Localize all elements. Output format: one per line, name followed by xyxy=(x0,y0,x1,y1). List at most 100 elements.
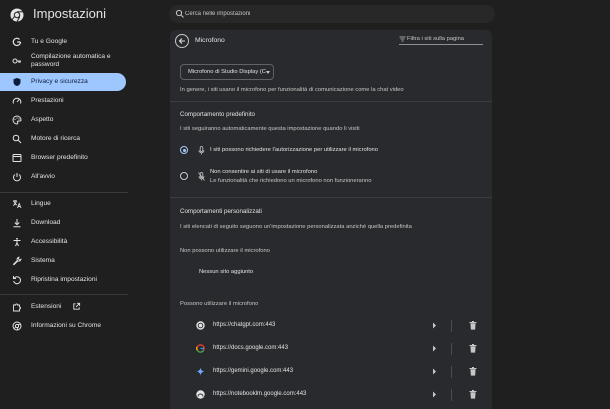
microphone-description: In genere, i siti usano il microfono per… xyxy=(180,87,404,93)
radio-allow-ask[interactable] xyxy=(180,146,188,154)
site-url: https://gemini.google.com:443 xyxy=(213,368,294,374)
top-bar: Impostazioni xyxy=(0,0,610,30)
caret-down-icon xyxy=(266,71,270,74)
site-url: https://docs.google.com:443 xyxy=(213,345,289,351)
sidebar-item-label: Accessibilità xyxy=(31,238,68,245)
site-url: https://chatgpt.com:443 xyxy=(213,322,276,328)
custom-behaviors-heading: Comportamenti personalizzati xyxy=(180,208,262,215)
key-icon xyxy=(12,58,21,64)
sidebar-item-you-and-google[interactable]: Tu e Google xyxy=(0,33,126,51)
sidebar-item-label: Aspetto xyxy=(31,116,54,123)
chevron-right-icon[interactable] xyxy=(432,391,437,398)
chevron-right-icon[interactable] xyxy=(432,368,437,375)
option-block-sublabel: Le funzionalità che richiedono un microf… xyxy=(210,178,372,184)
sidebar-item-autofill[interactable]: Compilazione automatica e password xyxy=(0,51,126,71)
translate-icon xyxy=(12,200,22,209)
browser-icon xyxy=(12,154,22,162)
wrench-icon xyxy=(12,256,22,266)
row-separator xyxy=(451,389,452,401)
delete-icon[interactable] xyxy=(469,321,477,330)
microphone-device-select[interactable]: Microfono di Studio Display (C xyxy=(180,64,274,80)
sidebar-item-label: Download xyxy=(31,219,61,226)
search-icon xyxy=(175,9,184,18)
sidebar-item-default-browser[interactable]: Browser predefinito xyxy=(0,149,126,167)
google-icon xyxy=(12,37,22,47)
chevron-right-icon[interactable] xyxy=(432,322,437,329)
sidebar-item-label: Ripristina impostazioni xyxy=(31,276,97,283)
microphone-off-icon xyxy=(198,172,205,181)
speedometer-icon xyxy=(12,97,22,104)
option-allow-label: I siti possono richiedere l'autorizzazio… xyxy=(210,147,379,153)
sidebar-item-extensions[interactable]: Estensioni xyxy=(0,298,126,316)
sidebar-item-on-startup[interactable]: All'avvio xyxy=(0,168,126,186)
accessibility-icon xyxy=(13,237,21,247)
sidebar-item-label: Prestazioni xyxy=(31,97,64,104)
puzzle-icon xyxy=(13,303,21,312)
delete-icon[interactable] xyxy=(469,390,477,399)
external-link-icon xyxy=(73,302,81,310)
site-row[interactable]: https://docs.google.com:443 xyxy=(170,337,492,361)
sidebar-item-label: Motore di ricerca xyxy=(31,135,81,142)
sidebar: Tu e Google Compilazione automatica e pa… xyxy=(0,30,130,409)
chevron-right-icon[interactable] xyxy=(432,345,437,352)
sidebar-item-performance[interactable]: Prestazioni xyxy=(0,92,126,110)
sidebar-item-about-chrome[interactable]: Informazioni su Chrome xyxy=(0,317,126,335)
radio-block[interactable] xyxy=(180,172,188,180)
sidebar-item-label: Sistema xyxy=(31,257,55,264)
search-input[interactable] xyxy=(185,7,485,21)
sidebar-item-label: Estensioni xyxy=(31,303,62,310)
sidebar-item-languages[interactable]: Lingue xyxy=(0,195,126,213)
section-divider xyxy=(170,197,492,198)
download-icon xyxy=(13,219,21,228)
filter-input[interactable] xyxy=(407,34,483,44)
sidebar-item-label: Browser predefinito xyxy=(31,154,88,161)
chrome-logo-icon xyxy=(10,8,24,22)
microphone-settings-panel: Microfono Microfono di Studio Display (C… xyxy=(170,30,492,409)
chrome-icon xyxy=(12,321,22,331)
power-icon xyxy=(13,173,21,182)
row-separator xyxy=(451,320,452,332)
site-url: https://notebooklm.google.com:443 xyxy=(213,391,307,397)
palette-icon xyxy=(12,115,22,125)
sidebar-item-search-engine[interactable]: Motore di ricerca xyxy=(0,130,126,148)
sidebar-item-accessibility[interactable]: Accessibilità xyxy=(0,233,126,251)
sidebar-item-label: Privacy e sicurezza xyxy=(31,78,88,85)
sidebar-item-label: Lingue xyxy=(31,200,51,207)
sidebar-item-label: Compilazione automatica e password xyxy=(31,53,111,68)
chatgpt-favicon xyxy=(196,321,205,330)
site-row[interactable]: https://notebooklm.google.com:443 xyxy=(170,383,492,407)
filter-icon xyxy=(399,36,406,42)
gemini-favicon xyxy=(196,367,205,376)
filter-box[interactable] xyxy=(399,34,483,45)
sidebar-divider xyxy=(0,294,128,295)
select-value: Microfono di Studio Display (C xyxy=(188,69,266,75)
row-separator xyxy=(451,343,452,355)
search-box[interactable] xyxy=(169,5,495,23)
delete-icon[interactable] xyxy=(469,367,477,376)
microphone-icon xyxy=(198,146,205,155)
sidebar-item-label: All'avvio xyxy=(31,173,55,180)
site-row[interactable]: https://gemini.google.com:443 xyxy=(170,360,492,384)
back-button[interactable] xyxy=(175,34,189,48)
option-block-label: Non consentire ai siti di usare il micro… xyxy=(210,169,318,175)
sidebar-item-appearance[interactable]: Aspetto xyxy=(0,111,126,129)
blocked-sites-heading: Non possono utilizzare il microfono xyxy=(180,248,270,254)
sidebar-divider xyxy=(0,192,128,193)
site-row[interactable]: https://chatgpt.com:443 xyxy=(170,314,492,338)
sidebar-item-label: Tu e Google xyxy=(31,38,68,45)
sidebar-item-system[interactable]: Sistema xyxy=(0,252,126,270)
section-divider xyxy=(170,101,492,102)
delete-icon[interactable] xyxy=(469,344,477,353)
blocked-sites-empty: Nessun sito aggiunto xyxy=(199,269,254,275)
sidebar-item-downloads[interactable]: Download xyxy=(0,214,126,232)
allowed-sites-heading: Possono utilizzare il microfono xyxy=(180,301,259,307)
sidebar-item-privacy[interactable]: Privacy e sicurezza xyxy=(0,73,126,91)
arrow-back-icon xyxy=(178,38,185,44)
default-behavior-description: I siti seguiranno automaticamente questa… xyxy=(180,126,360,132)
reset-icon xyxy=(13,276,22,285)
default-behavior-heading: Comportamento predefinito xyxy=(180,111,255,118)
google-favicon xyxy=(196,344,205,353)
sidebar-item-reset[interactable]: Ripristina impostazioni xyxy=(0,271,126,289)
custom-behaviors-description: I siti elencati di seguito seguono un'im… xyxy=(180,224,412,230)
page-title: Microfono xyxy=(195,37,225,44)
